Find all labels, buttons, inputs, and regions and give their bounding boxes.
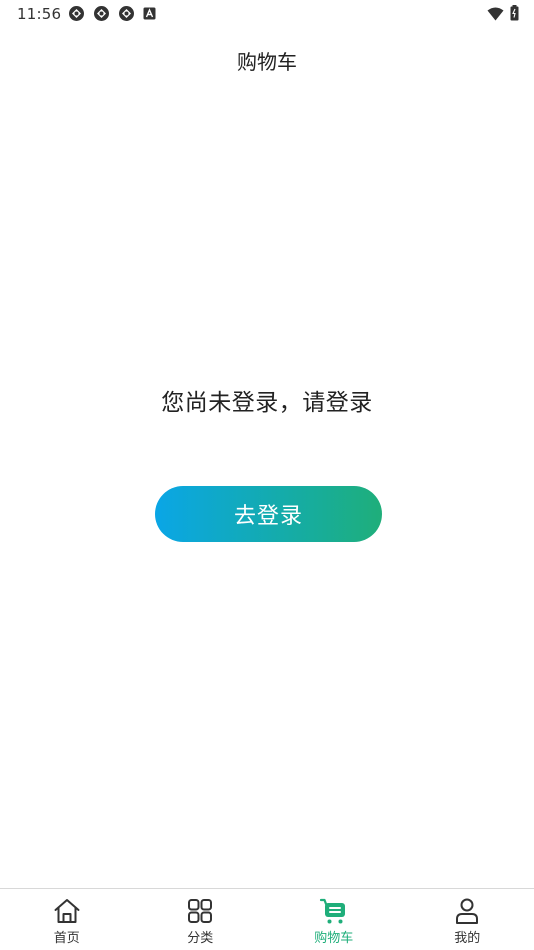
screen: 11:56 购物车 您尚未登录，请登录 去登录 首页 分类 购物车 我的 — [0, 0, 534, 950]
nav-label-profile: 我的 — [454, 931, 481, 946]
not-logged-in-message: 您尚未登录，请登录 — [161, 390, 373, 416]
notification-a-icon — [143, 7, 156, 20]
nav-item-cart[interactable]: 购物车 — [267, 889, 401, 950]
bottom-nav: 首页 分类 购物车 我的 — [0, 888, 534, 950]
nav-item-home[interactable]: 首页 — [0, 889, 134, 950]
wifi-icon — [487, 6, 504, 25]
nav-label-category: 分类 — [187, 931, 214, 946]
status-icons-left — [68, 5, 156, 22]
home-icon — [52, 897, 82, 925]
battery-icon — [510, 5, 519, 25]
go-login-button[interactable]: 去登录 — [155, 486, 382, 542]
user-icon — [452, 897, 482, 925]
sync-icon — [93, 5, 110, 22]
cart-icon — [319, 897, 349, 925]
status-time: 11:56 — [17, 5, 62, 23]
status-icons-right — [487, 5, 519, 25]
nav-item-category[interactable]: 分类 — [134, 889, 268, 950]
nav-label-home: 首页 — [53, 931, 80, 946]
sync-icon — [68, 5, 85, 22]
nav-item-profile[interactable]: 我的 — [401, 889, 534, 950]
page-title: 购物车 — [237, 50, 297, 74]
status-bar: 11:56 — [0, 0, 534, 28]
sync-icon — [118, 5, 135, 22]
nav-label-cart: 购物车 — [314, 931, 354, 946]
category-grid-icon — [185, 897, 215, 925]
